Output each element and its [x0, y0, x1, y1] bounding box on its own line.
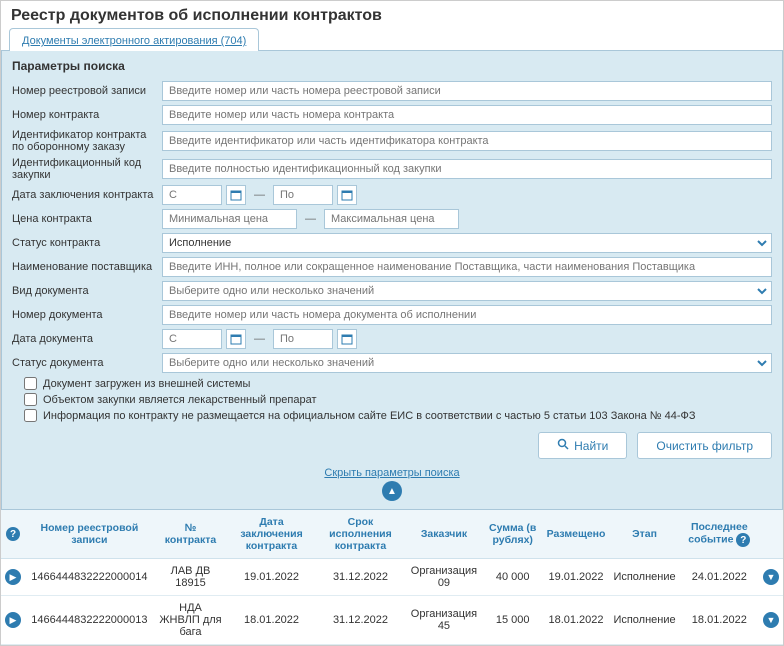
table-row[interactable]: ▶1466444832222000013НДА ЖНВЛП для бага18…: [1, 596, 783, 645]
arrow-right-icon[interactable]: ▶: [5, 612, 21, 628]
input-purchase-code[interactable]: [162, 159, 772, 179]
arrow-right-icon[interactable]: ▶: [5, 569, 21, 585]
cell-exec-period: 31.12.2022: [316, 559, 405, 596]
label-supplier: Наименование поставщика: [12, 261, 162, 273]
checkbox-not-published[interactable]: [24, 409, 37, 422]
cell-placed: 19.01.2022: [543, 559, 610, 596]
cell-exec-period: 31.12.2022: [316, 596, 405, 645]
input-registry-no[interactable]: [162, 81, 772, 101]
input-supplier[interactable]: [162, 257, 772, 277]
calendar-icon[interactable]: [337, 185, 357, 205]
input-doc-status[interactable]: [162, 353, 772, 373]
cell-customer: Организация 45: [405, 596, 483, 645]
input-contract-date-to[interactable]: [273, 185, 333, 205]
cell-contract-no: НДА ЖНВЛП для бага: [154, 596, 227, 645]
chevron-down-icon[interactable]: ▼: [763, 612, 779, 628]
label-registry-no: Номер реестровой записи: [12, 85, 162, 97]
cell-stage: Исполнение: [609, 559, 679, 596]
label-price: Цена контракта: [12, 213, 162, 225]
input-price-min[interactable]: [162, 209, 297, 229]
col-customer[interactable]: Заказчик: [405, 510, 483, 559]
calendar-icon[interactable]: [337, 329, 357, 349]
cell-registry-no: 1466444832222000014: [25, 559, 154, 596]
calendar-icon[interactable]: [226, 329, 246, 349]
clear-button-label: Очистить фильтр: [656, 439, 753, 453]
input-contract-no[interactable]: [162, 105, 772, 125]
label-doc-status: Статус документа: [12, 357, 162, 369]
label-doc-date: Дата документа: [12, 333, 162, 345]
collapse-link[interactable]: Скрыть параметры поиска: [324, 467, 459, 479]
search-heading: Параметры поиска: [12, 59, 772, 73]
chevron-down-icon[interactable]: [753, 282, 771, 300]
find-button[interactable]: Найти: [538, 432, 627, 459]
cell-last-event: 18.01.2022: [680, 596, 759, 645]
label-doc-no: Номер документа: [12, 309, 162, 321]
search-panel: Параметры поиска Номер реестровой записи…: [1, 51, 783, 510]
label-defense-id: Идентификатор контракта по оборонному за…: [12, 129, 162, 153]
label-contract-status: Статус контракта: [12, 237, 162, 249]
cell-customer: Организация 09: [405, 559, 483, 596]
table-row[interactable]: ▶1466444832222000014ЛАВ ДВ 1891519.01.20…: [1, 559, 783, 596]
combo-contract-status[interactable]: [162, 233, 772, 253]
clear-button[interactable]: Очистить фильтр: [637, 432, 772, 459]
input-contract-date-from[interactable]: [162, 185, 222, 205]
input-doc-date-to[interactable]: [273, 329, 333, 349]
col-sum[interactable]: Сумма (в рублях): [483, 510, 543, 559]
input-contract-status[interactable]: [162, 233, 772, 253]
dash: —: [301, 213, 320, 225]
input-price-max[interactable]: [324, 209, 459, 229]
cell-registry-no: 1466444832222000013: [25, 596, 154, 645]
tab-documents[interactable]: Документы электронного актирования (704): [9, 28, 259, 51]
combo-doc-type[interactable]: [162, 281, 772, 301]
col-contract-date[interactable]: Дата заключения контракта: [227, 510, 316, 559]
cell-sum: 40 000: [483, 559, 543, 596]
checkbox-not-published-label: Информация по контракту не размещается н…: [43, 410, 696, 422]
dash: —: [250, 333, 269, 345]
cell-sum: 15 000: [483, 596, 543, 645]
col-contract-no[interactable]: № контракта: [154, 510, 227, 559]
col-exec-period[interactable]: Срок исполнения контракта: [316, 510, 405, 559]
col-last-event[interactable]: Последнее событие ?: [680, 510, 759, 559]
help-icon[interactable]: ?: [736, 533, 750, 547]
col-registry-no[interactable]: Номер реестровой записи: [25, 510, 154, 559]
col-stage[interactable]: Этап: [609, 510, 679, 559]
checkbox-medicine-label: Объектом закупки является лекарственный …: [43, 394, 317, 406]
tab-bar: Документы электронного актирования (704): [1, 27, 783, 51]
tab-link[interactable]: Документы электронного актирования (704): [22, 35, 246, 47]
results-grid: ? Номер реестровой записи № контракта Да…: [1, 510, 783, 645]
table-header-row: ? Номер реестровой записи № контракта Да…: [1, 510, 783, 559]
calendar-icon[interactable]: [226, 185, 246, 205]
chevron-down-icon[interactable]: [753, 354, 771, 372]
cell-contract-date: 18.01.2022: [227, 596, 316, 645]
label-contract-no: Номер контракта: [12, 109, 162, 121]
input-doc-type[interactable]: [162, 281, 772, 301]
checkbox-external[interactable]: [24, 377, 37, 390]
label-purchase-code: Идентификационный код закупки: [12, 157, 162, 181]
combo-doc-status[interactable]: [162, 353, 772, 373]
help-icon[interactable]: ?: [6, 527, 20, 541]
chevron-up-icon[interactable]: ▲: [382, 481, 402, 501]
find-button-label: Найти: [574, 439, 608, 453]
chevron-down-icon[interactable]: [753, 234, 771, 252]
cell-contract-date: 19.01.2022: [227, 559, 316, 596]
chevron-down-icon[interactable]: ▼: [763, 569, 779, 585]
cell-last-event: 24.01.2022: [680, 559, 759, 596]
input-doc-date-from[interactable]: [162, 329, 222, 349]
cell-stage: Исполнение: [609, 596, 679, 645]
checkbox-external-label: Документ загружен из внешней системы: [43, 378, 250, 390]
cell-contract-no: ЛАВ ДВ 18915: [154, 559, 227, 596]
input-defense-id[interactable]: [162, 131, 772, 151]
page-title: Реестр документов об исполнении контракт…: [1, 1, 783, 27]
cell-placed: 18.01.2022: [543, 596, 610, 645]
input-doc-no[interactable]: [162, 305, 772, 325]
label-doc-type: Вид документа: [12, 285, 162, 297]
search-icon: [557, 438, 569, 453]
label-contract-date: Дата заключения контракта: [12, 189, 162, 201]
checkbox-medicine[interactable]: [24, 393, 37, 406]
col-placed[interactable]: Размещено: [543, 510, 610, 559]
page: Реестр документов об исполнении контракт…: [0, 0, 784, 646]
dash: —: [250, 189, 269, 201]
